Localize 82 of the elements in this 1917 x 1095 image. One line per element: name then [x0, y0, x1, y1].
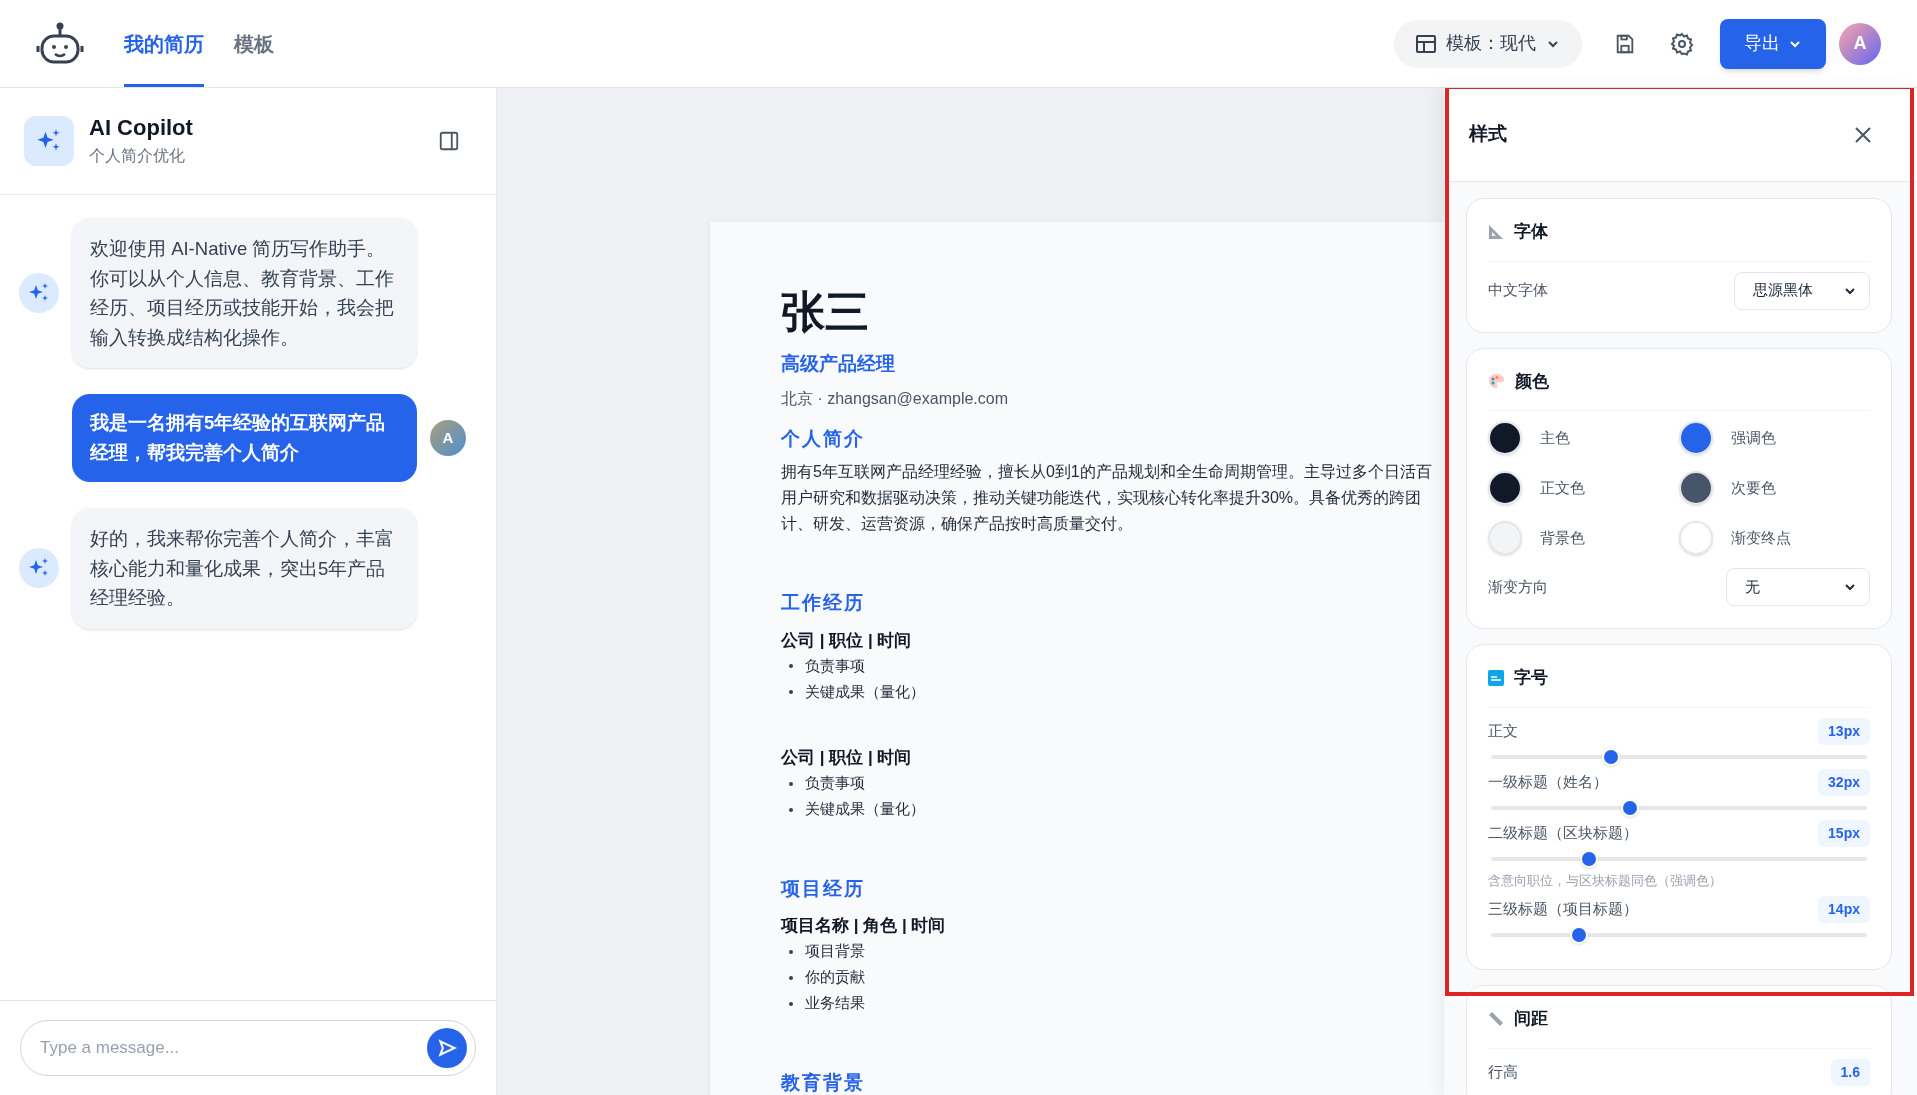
user-message: 我是一名拥有5年经验的互联网产品经理，帮我完善个人简介	[72, 394, 417, 482]
send-icon	[437, 1038, 457, 1058]
value-badge: 1.6	[1830, 1058, 1870, 1086]
bullet-text: 你的贡献	[805, 967, 865, 988]
nav-tab[interactable]: 模板	[234, 0, 274, 87]
entry-title: 公司 | 职位 | 时间	[781, 629, 912, 652]
value-badge: 32px	[1818, 768, 1870, 796]
bullet-text: 关键成果（量化）	[805, 799, 925, 820]
robot-logo-icon	[36, 21, 84, 66]
layout-icon	[1416, 34, 1436, 53]
summary-line: 拥有5年互联网产品经理经验，擅长从0到1的产品规划和全生命周期管理。主导过多个日活百	[781, 462, 1432, 482]
assistant-message: 欢迎使用 AI-Native 简历写作助手。你可以从个人信息、教育背景、工作经历、项目经历或技能开始，我会把输入转换成结构化操作。	[72, 218, 417, 368]
slider-thumb[interactable]	[1579, 849, 1598, 868]
swatch-label: 强调色	[1731, 427, 1776, 448]
user-avatar: A	[430, 420, 466, 456]
value-badge: 14px	[1818, 896, 1870, 923]
section-heading: 工作经历	[781, 591, 865, 615]
slider-label: 一级标题（姓名）	[1488, 771, 1608, 792]
select-dropdown[interactable]: 思源黑体	[1734, 271, 1870, 310]
assistant-avatar-icon	[19, 548, 59, 589]
color-swatch[interactable]	[1488, 421, 1522, 455]
slider-thumb[interactable]	[1621, 798, 1640, 817]
ruler-triangle-icon	[1488, 223, 1504, 240]
section-heading: 项目经历	[781, 876, 865, 901]
export-button[interactable]: 导出	[1720, 18, 1826, 69]
color-swatch[interactable]	[1488, 471, 1522, 505]
swatch-label: 渐变终点	[1731, 527, 1791, 548]
panel-subtitle: 个人简介优化	[89, 146, 186, 166]
select-dropdown[interactable]: 无	[1726, 568, 1870, 606]
copilot-icon	[24, 116, 74, 166]
swatch-label: 正文色	[1540, 477, 1585, 498]
resume-contact: 北京 · zhangsan@example.com	[781, 388, 1008, 409]
message-input[interactable]: Type a message...	[40, 1035, 427, 1061]
assistant-avatar-icon	[19, 273, 59, 313]
hint-text: 含意向职位，与区块标题同色（强调色）	[1488, 871, 1723, 890]
slider-label: 正文	[1488, 720, 1518, 741]
sidebar-toggle-icon[interactable]	[438, 130, 460, 152]
slider-label: 二级标题（区块标题）	[1488, 822, 1638, 843]
bullet-text: 负责事项	[805, 773, 865, 794]
summary-line: 用户研究和数据驱动决策，推动关键功能迭代，实现核心转化率提升30%。具备优秀的跨团	[781, 488, 1422, 508]
card-title: 字体	[1514, 221, 1548, 243]
color-swatch[interactable]	[1488, 521, 1522, 555]
text-size-icon	[1488, 669, 1504, 686]
slider-label: 行高	[1488, 1061, 1518, 1082]
bullet-text: 项目背景	[805, 941, 865, 962]
panel-title: 样式	[1469, 122, 1507, 147]
section-heading: 个人简介	[781, 426, 865, 451]
card-title: 颜色	[1515, 370, 1549, 393]
resume-name: 张三	[781, 286, 869, 338]
template-dropdown[interactable]: 模板：现代	[1394, 19, 1582, 68]
entry-title: 公司 | 职位 | 时间	[781, 747, 912, 769]
value-badge: 15px	[1818, 819, 1870, 847]
settings-icon[interactable]	[1670, 31, 1694, 56]
slider-thumb[interactable]	[1570, 926, 1589, 944]
summary-line: 计、研发、运营资源，确保产品按时高质量交付。	[781, 514, 1133, 534]
card-title: 间距	[1514, 1008, 1548, 1030]
color-swatch[interactable]	[1679, 471, 1713, 505]
assistant-message: 好的，我来帮你完善个人简介，丰富核心能力和量化成果，突出5年产品经理经验。	[72, 508, 417, 629]
field-label: 渐变方向	[1488, 576, 1548, 597]
slider-label: 三级标题（项目标题）	[1488, 899, 1638, 920]
resume-job-title: 高级产品经理	[781, 352, 895, 376]
ruler-icon	[1488, 1010, 1504, 1027]
bullet-text: 负责事项	[805, 655, 865, 676]
card-title: 字号	[1514, 667, 1548, 689]
swatch-label: 主色	[1540, 427, 1570, 448]
bullet-text: 关键成果（量化）	[805, 681, 925, 702]
close-icon[interactable]	[1854, 125, 1872, 144]
send-button[interactable]	[427, 1028, 467, 1068]
slider-thumb[interactable]	[1602, 747, 1621, 766]
field-label: 中文字体	[1488, 280, 1548, 301]
entry-title: 项目名称 | 角色 | 时间	[781, 915, 946, 937]
swatch-label: 背景色	[1540, 527, 1585, 548]
panel-title: AI Copilot	[89, 114, 193, 142]
section-heading: 教育背景	[781, 1070, 865, 1095]
user-avatar[interactable]: A	[1839, 22, 1881, 65]
color-swatch[interactable]	[1679, 421, 1713, 455]
color-swatch[interactable]	[1679, 521, 1713, 555]
palette-icon	[1488, 373, 1505, 390]
bullet-text: 业务结果	[805, 993, 865, 1014]
save-icon[interactable]	[1614, 32, 1636, 55]
swatch-label: 次要色	[1731, 477, 1776, 498]
value-badge: 13px	[1818, 717, 1870, 745]
